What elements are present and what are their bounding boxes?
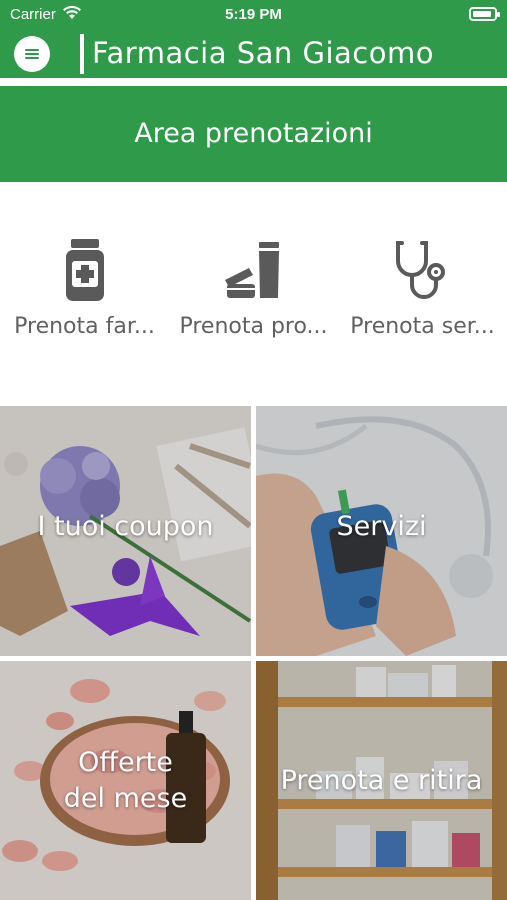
status-bar: Carrier 5:19 PM: [0, 0, 507, 30]
book-medicine-label: Prenota far...: [14, 314, 155, 339]
pharmacy-title: Farmacia San Giacomo: [80, 34, 434, 74]
offers-tile-label-line2: del mese: [63, 783, 188, 814]
coupons-tile-label: I tuoi coupon: [37, 511, 214, 542]
book-services-button[interactable]: Prenota ser...: [338, 238, 507, 339]
battery-icon: [469, 7, 500, 21]
bookings-banner[interactable]: Area prenotazioni: [0, 86, 507, 182]
services-tile-label: Servizi: [336, 511, 427, 542]
medicine-bottle-icon: [0, 238, 169, 302]
book-products-button[interactable]: Prenota pro...: [169, 238, 338, 339]
book-and-collect-tile[interactable]: Prenota e ritira: [256, 661, 507, 900]
services-tile[interactable]: Servizi: [256, 406, 507, 656]
monthly-offers-tile[interactable]: Offerte del mese: [0, 661, 251, 900]
status-time: 5:19 PM: [225, 6, 282, 23]
bookings-banner-label: Area prenotazioni: [134, 118, 373, 149]
cosmetics-icon: [169, 238, 338, 302]
hamburger-menu-button[interactable]: [14, 36, 50, 72]
offers-tile-label-line1: Offerte: [78, 747, 173, 778]
quick-actions: Prenota far... Prenota pro... Prenota se…: [0, 182, 507, 404]
divider: [0, 78, 507, 86]
book-medicine-button[interactable]: Prenota far...: [0, 238, 169, 339]
coupons-tile[interactable]: I tuoi coupon: [0, 406, 251, 656]
stethoscope-icon: [338, 238, 507, 302]
book-services-label: Prenota ser...: [350, 314, 495, 339]
book-products-label: Prenota pro...: [179, 314, 328, 339]
navigation-bar: Farmacia San Giacomo: [0, 30, 507, 78]
book-and-collect-tile-label: Prenota e ritira: [280, 765, 483, 796]
